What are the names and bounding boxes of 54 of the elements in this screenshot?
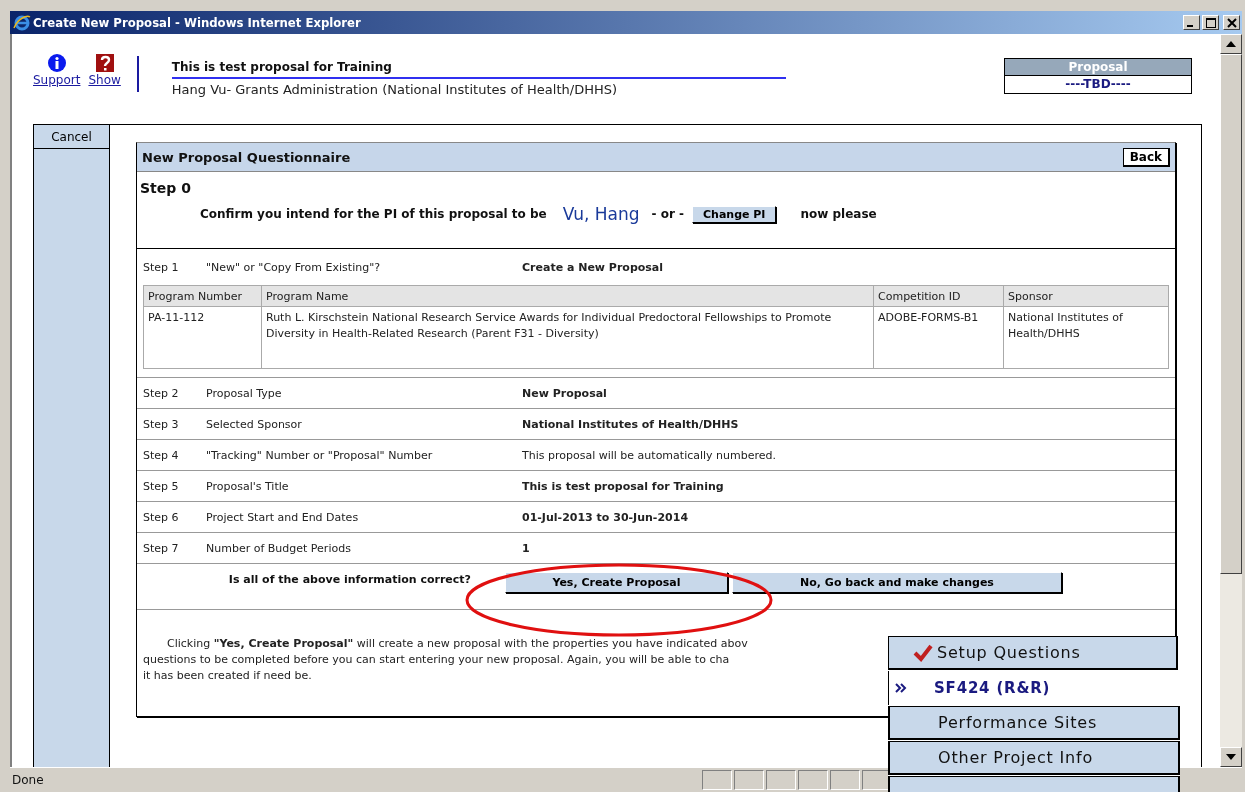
confirm-button[interactable]: Yes, Create Proposal xyxy=(505,572,728,593)
back-button[interactable]: Back xyxy=(1122,147,1170,167)
note-line: it has been created if need be. xyxy=(143,668,312,684)
step-value: Create a New Proposal xyxy=(522,260,664,274)
step-value: This is test proposal for Training xyxy=(522,479,724,493)
proposal-subtitle: Hang Vu- Grants Administration (National Institutes of Health/DHHS) xyxy=(171,82,619,97)
step-value: This proposal will be automatically numbered. xyxy=(522,448,777,462)
now-please-text: now please xyxy=(800,207,877,221)
help-link[interactable]: Show xyxy=(88,54,121,87)
step-number: Step 6 xyxy=(143,510,180,524)
help-link[interactable]: Support xyxy=(33,54,81,87)
step-number: Step 1 xyxy=(143,260,180,274)
panel-title: New Proposal Questionnaire xyxy=(142,149,351,165)
step-value: National Institutes of Health/DHHS xyxy=(522,417,739,431)
table-cell: ADOBE-FORMS-B1 xyxy=(873,306,1004,369)
step-number: Step 3 xyxy=(143,417,180,431)
column-header: Program Name xyxy=(261,285,874,307)
table-cell: PA-11-112 xyxy=(143,306,262,369)
step-value: 01-Jul-2013 to 30-Jun-2014 xyxy=(522,510,689,524)
step-name: "Tracking" Number or "Proposal" Number xyxy=(206,448,434,462)
step-number: Step 2 xyxy=(143,386,180,400)
step-name: Selected Sponsor xyxy=(206,417,303,431)
note-line: questions to be completed before you can start entering your new proposal. Again, you will be able to cha xyxy=(143,652,730,668)
column-header: Sponsor xyxy=(1003,285,1169,307)
step-number: Step 4 xyxy=(143,448,180,462)
window-title: Create New Proposal - Windows Internet Explorer xyxy=(33,15,361,30)
confirm-button[interactable]: No, Go back and make changes xyxy=(732,572,1062,593)
step-value: New Proposal xyxy=(522,386,607,400)
step-name: Number of Budget Periods xyxy=(206,541,352,555)
step-name: Proposal Type xyxy=(206,386,283,400)
proposal-box-heading: Proposal xyxy=(1005,59,1191,76)
confirm-prompt: Confirm you intend for the PI of this proposal to be xyxy=(200,207,547,221)
proposal-number: ----TBD---- xyxy=(1064,76,1132,93)
or-text: - or - xyxy=(651,207,684,221)
table-cell: Ruth L. Kirschstein National Research Service Awards for Individual Predoctoral Fellowships to Promote Diversity in Health-Related Research (Parent F31 - Diversity) xyxy=(261,306,874,369)
step-number: Step 5 xyxy=(143,479,180,493)
menu-item[interactable]: Performance Sites xyxy=(888,706,1180,740)
column-header: Program Number xyxy=(143,285,262,307)
change-pi-button[interactable]: Change PI xyxy=(692,205,777,223)
step-heading: Step 0 xyxy=(140,180,192,196)
step-name: Proposal's Title xyxy=(206,479,290,493)
step-value: 1 xyxy=(522,541,530,555)
column-header: Competition ID xyxy=(873,285,1004,307)
menu-item[interactable]: Setup Questions xyxy=(888,636,1178,670)
confirm-question: Is all of the above information correct? xyxy=(227,572,472,586)
menu-item[interactable]: Other Project Info xyxy=(888,741,1180,775)
table-cell: National Institutes of Health/DHHS xyxy=(1003,306,1169,369)
pi-name: Vu, Hang xyxy=(562,204,640,224)
proposal-title: This is test proposal for Training xyxy=(171,60,786,79)
note-line: Clicking "Yes, Create Proposal" will create a new proposal with the properties you have indicated abov xyxy=(166,636,748,652)
step-name: "New" or "Copy From Existing"? xyxy=(206,260,382,274)
status-text: Done xyxy=(12,773,44,787)
step-name: Project Start and End Dates xyxy=(206,510,360,524)
step-number: Step 7 xyxy=(143,541,180,555)
